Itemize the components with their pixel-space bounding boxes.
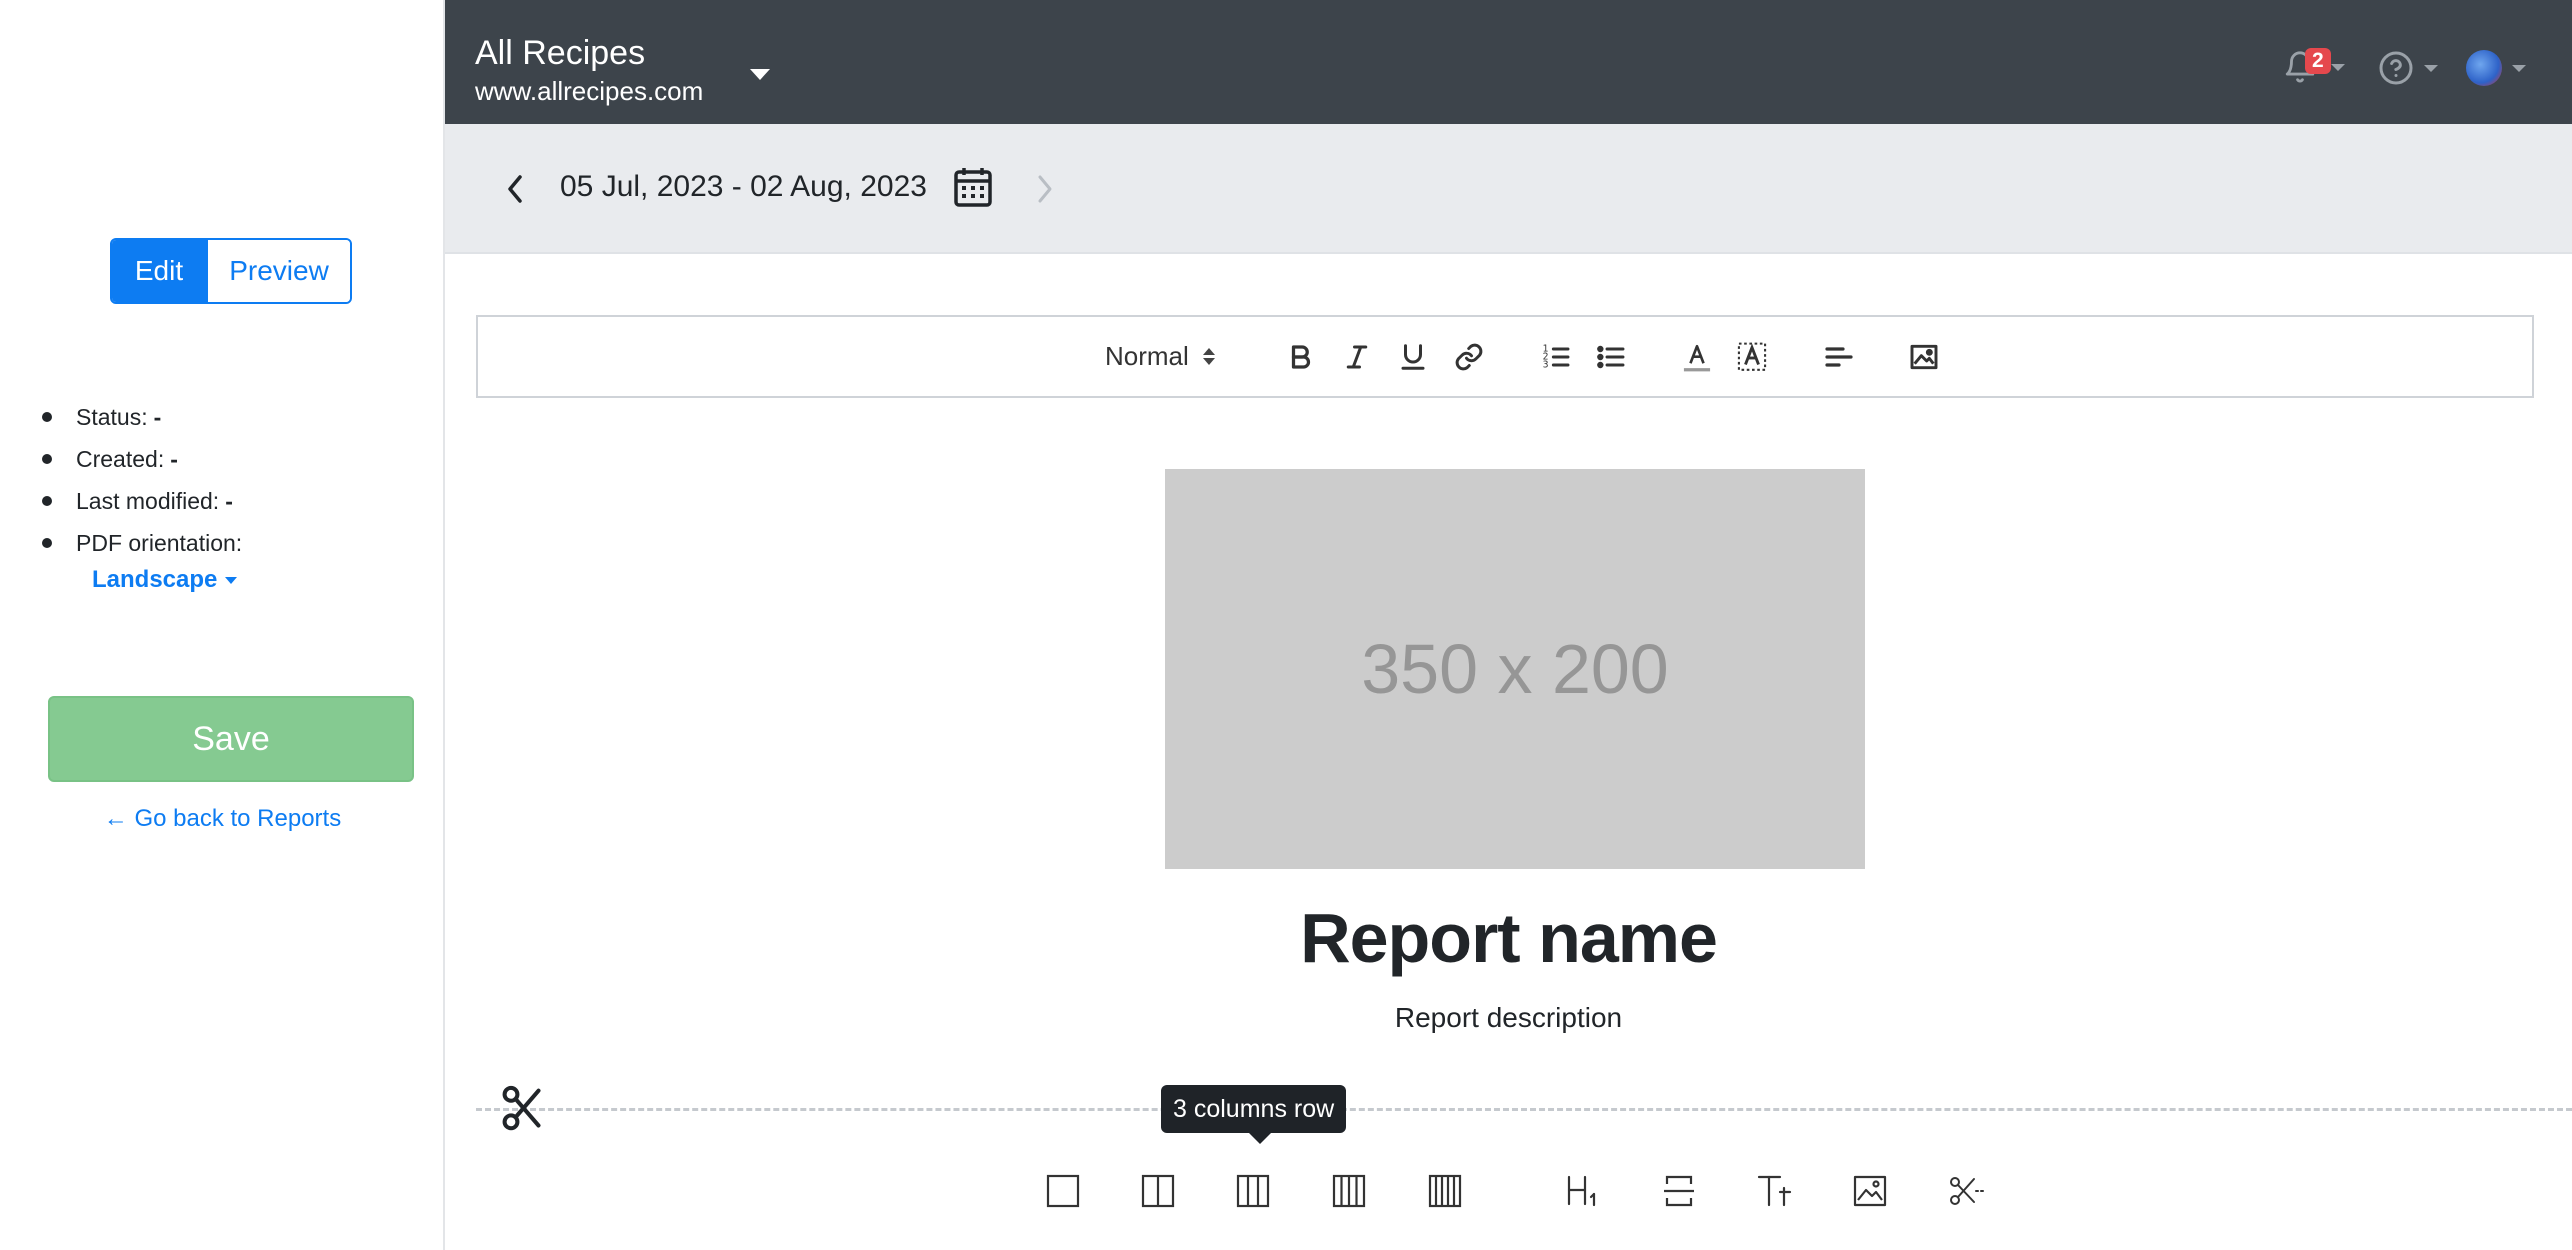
meta-created: Created: - (40, 438, 242, 480)
link-icon[interactable] (1454, 341, 1484, 373)
up-down-icon (1202, 348, 1215, 365)
avatar (2466, 50, 2502, 86)
report-logo-placeholder[interactable]: 350 x 200 (1165, 469, 1865, 869)
mode-toggle: Edit Preview (110, 238, 352, 304)
three-columns-row-icon[interactable] (1236, 1174, 1270, 1208)
bold-icon[interactable] (1286, 341, 1316, 373)
text-format-select[interactable]: Normal (1105, 341, 1215, 372)
ordered-list-icon[interactable]: 123 (1540, 341, 1572, 373)
italic-icon[interactable] (1342, 341, 1372, 373)
svg-text:3: 3 (1543, 360, 1549, 371)
orientation-dropdown[interactable]: Landscape (92, 566, 238, 594)
image-icon[interactable] (1908, 341, 1940, 373)
notification-badge: 2 (2305, 48, 2331, 74)
report-description[interactable]: Report description (445, 1002, 2572, 1034)
user-menu-button[interactable] (2466, 50, 2526, 86)
edit-button[interactable]: Edit (112, 240, 206, 302)
notifications-button[interactable]: 2 (2283, 48, 2345, 84)
meta-last-modified-label: Last modified: (76, 488, 220, 514)
tooltip: 3 columns row (1161, 1085, 1347, 1144)
calendar-icon[interactable] (953, 166, 993, 208)
orientation-value: Landscape (92, 566, 218, 593)
background-color-icon[interactable] (1736, 341, 1768, 375)
text-color-icon[interactable] (1681, 341, 1713, 375)
chevron-right-icon[interactable] (1031, 174, 1057, 204)
chevron-down-icon (2424, 64, 2438, 72)
meta-pdf-orientation: PDF orientation: (40, 522, 242, 564)
site-url: www.allrecipes.com (475, 76, 704, 106)
divider-icon[interactable] (1662, 1174, 1696, 1208)
two-columns-row-icon[interactable] (1141, 1174, 1175, 1208)
save-button[interactable]: Save (48, 696, 414, 782)
report-meta-list: Status: - Created: - Last modified: - PDF o… (40, 396, 242, 564)
help-button[interactable] (2378, 50, 2438, 86)
top-bar: All Recipes www.allrecipes.com 2 (445, 0, 2572, 124)
chevron-left-icon[interactable] (503, 174, 529, 204)
text-icon[interactable] (1756, 1174, 1794, 1208)
date-range-text: 05 Jul, 2023 - 02 Aug, 2023 (560, 170, 927, 203)
image-block-icon[interactable] (1852, 1174, 1888, 1208)
preview-button[interactable]: Preview (206, 240, 350, 302)
date-range-bar: 05 Jul, 2023 - 02 Aug, 2023 (445, 124, 2572, 254)
site-title: All Recipes (475, 34, 646, 72)
page-break-line (476, 1108, 2572, 1111)
meta-status-label: Status: (76, 404, 148, 430)
meta-last-modified: Last modified: - (40, 480, 242, 522)
back-to-reports-link[interactable]: ← Go back to Reports (0, 805, 445, 833)
meta-created-value: - (170, 446, 178, 472)
editor-toolbar: Normal 123 (476, 315, 2534, 398)
chevron-down-icon (2331, 63, 2345, 71)
heading-icon[interactable] (1566, 1174, 1602, 1208)
meta-pdf-orientation-label: PDF orientation: (76, 530, 243, 556)
one-column-row-icon[interactable] (1046, 1174, 1080, 1208)
scissors-icon[interactable] (500, 1084, 544, 1134)
chevron-down-icon (225, 576, 238, 584)
sidebar: Edit Preview Status: - Created: - Last mod… (0, 0, 445, 1250)
align-left-icon[interactable] (1823, 341, 1855, 373)
page-break-icon[interactable] (1948, 1174, 1986, 1208)
site-switcher-caret-icon[interactable] (750, 69, 770, 80)
meta-last-modified-value: - (225, 488, 233, 514)
meta-status: Status: - (40, 396, 242, 438)
meta-status-value: - (153, 404, 162, 430)
text-format-label: Normal (1105, 341, 1189, 371)
chevron-down-icon (2512, 64, 2526, 72)
four-columns-row-icon[interactable] (1332, 1174, 1366, 1208)
five-columns-row-icon[interactable] (1428, 1174, 1462, 1208)
report-name-heading[interactable]: Report name (445, 898, 2572, 978)
underline-icon[interactable] (1398, 341, 1428, 373)
bullet-list-icon[interactable] (1595, 341, 1627, 373)
help-icon (2379, 51, 2413, 85)
meta-created-label: Created: (76, 446, 165, 472)
